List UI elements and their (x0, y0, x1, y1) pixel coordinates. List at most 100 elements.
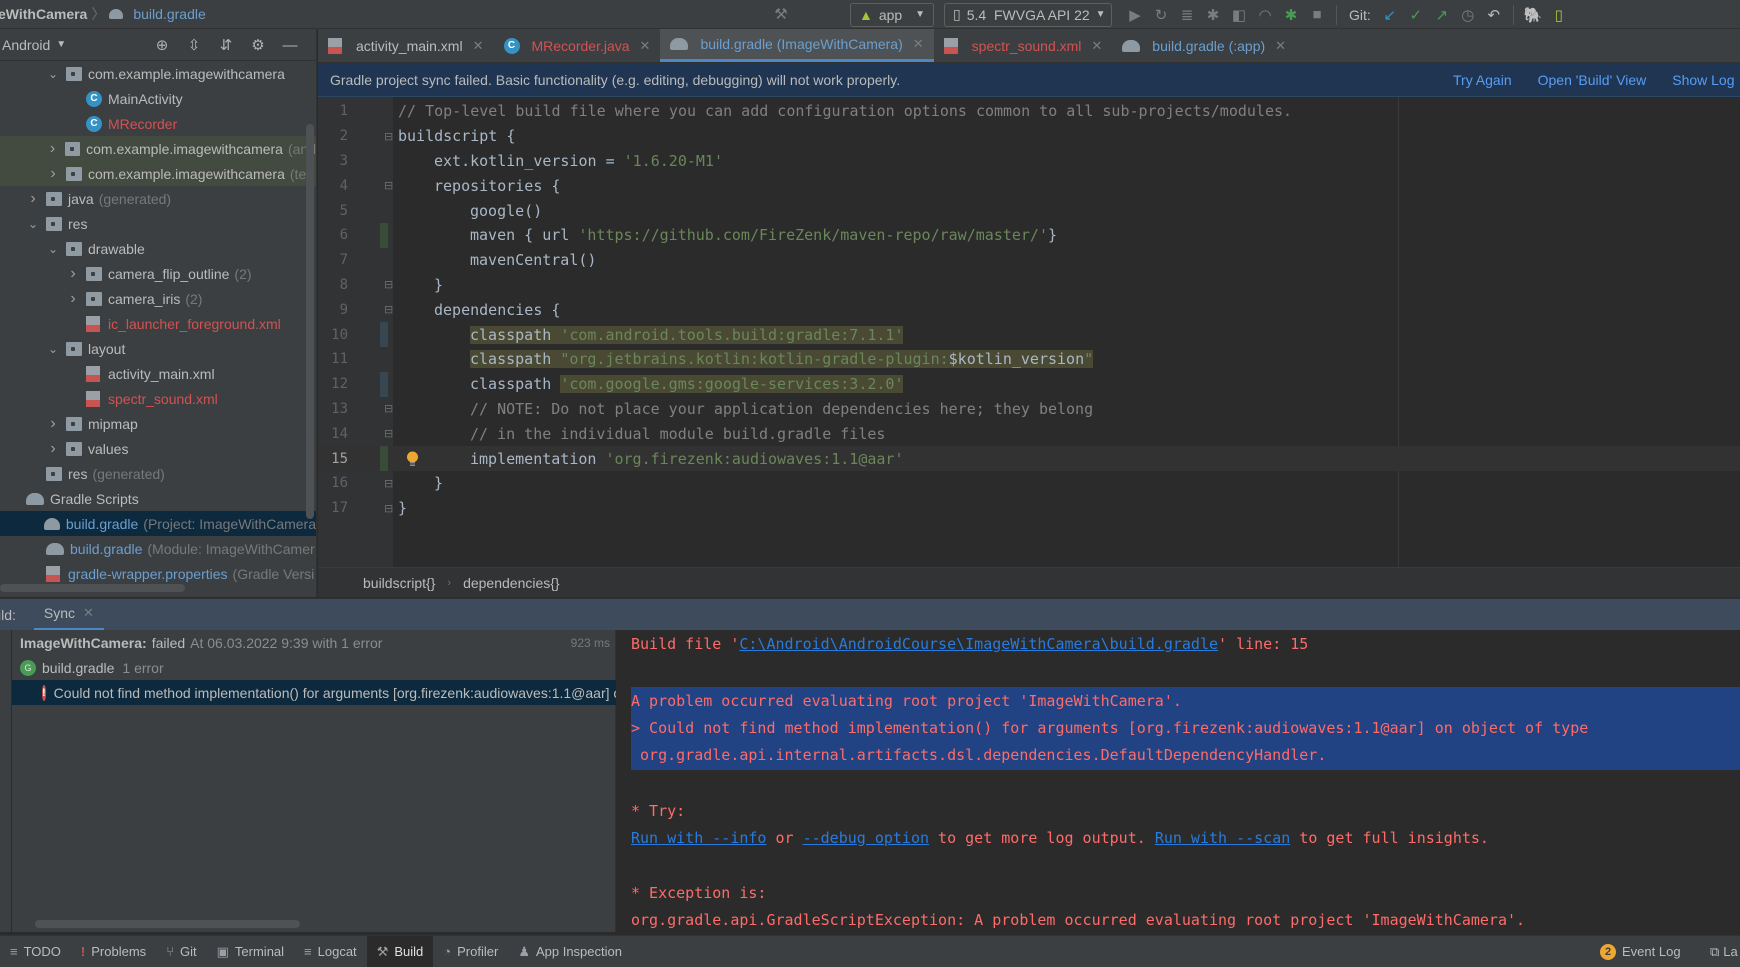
project-view-select[interactable]: Android ▼ (2, 37, 66, 53)
code-line[interactable]: 3 ext.kotlin_version = '1.6.20-M1' (318, 149, 1740, 174)
code-line[interactable]: 12 classpath 'com.google.gms:google-servi… (318, 371, 1740, 397)
editor-tab[interactable]: build.gradle (ImageWithCamera) ✕ (660, 29, 934, 62)
code-line[interactable]: 9 ⊟ dependencies { (318, 297, 1740, 322)
chevron-down-icon[interactable]: ⌄ (46, 67, 60, 81)
tree-item[interactable]: spectr_sound.xml (0, 386, 316, 411)
close-icon[interactable]: ✕ (640, 38, 651, 54)
git-rollback-icon[interactable]: ↶ (1481, 2, 1507, 28)
show-log-link[interactable]: Show Log (1672, 72, 1734, 88)
breadcrumb-dependencies[interactable]: dependencies{} (463, 575, 560, 591)
profile-icon[interactable]: ◠ (1252, 2, 1278, 28)
tree-item[interactable]: res (generated) (0, 461, 316, 486)
tree-item[interactable]: Gradle Scripts (0, 486, 316, 511)
code-line[interactable]: 14 ⊟ // in the individual module build.gra… (318, 421, 1740, 446)
run-icon[interactable]: ▶ (1122, 2, 1148, 28)
git-history-icon[interactable]: ◷ (1455, 2, 1481, 28)
editor-tab[interactable]: build.gradle (:app) ✕ (1112, 29, 1296, 62)
tree-item[interactable]: C MRecorder (0, 111, 316, 136)
tool-button-problems[interactable]: ! Problems (71, 936, 156, 967)
attach-debugger-icon[interactable]: ✱ (1278, 2, 1304, 28)
tab-sync[interactable]: Sync ✕ (33, 599, 104, 631)
code-line[interactable]: 16 ⊟} (318, 471, 1740, 496)
run-with-scan-link[interactable]: Run with --scan (1155, 829, 1290, 847)
git-update-icon[interactable]: ↙ (1377, 2, 1403, 28)
tool-button-profiler[interactable]: ◔ Profiler (433, 936, 508, 967)
fold-marker-icon[interactable]: ⊟ (384, 130, 393, 143)
code-line[interactable]: 13 ⊟ // NOTE: Do not place your applicatio… (318, 397, 1740, 422)
gear-icon[interactable]: ⚙ (246, 32, 270, 58)
code-line[interactable]: 1 // Top-level build file where you can a… (318, 99, 1740, 124)
tree-item[interactable]: activity_main.xml (0, 361, 316, 386)
tool-button-logcat[interactable]: ≡ Logcat (294, 936, 367, 967)
chevron-right-icon[interactable]: › (46, 140, 59, 158)
try-again-link[interactable]: Try Again (1453, 72, 1512, 88)
event-log-button[interactable]: 2 Event Log (1600, 943, 1681, 960)
tree-item[interactable]: › camera_flip_outline (2) (0, 261, 316, 286)
close-icon[interactable]: ✕ (1091, 38, 1102, 54)
fold-marker-icon[interactable]: ⊟ (384, 278, 393, 291)
hammer-build-icon[interactable]: ⚒ (768, 1, 794, 27)
code-line[interactable]: 15 implementation 'org.firezenk:audiowave… (318, 446, 1740, 471)
git-push-icon[interactable]: ↗ (1429, 2, 1455, 28)
build-output-console[interactable]: Build file ' C:\Android\AndroidCourse\Ima… (617, 630, 1740, 932)
stop-icon[interactable]: ■ (1304, 2, 1330, 28)
layout-inspector-button[interactable]: ⧉ La (1710, 944, 1738, 960)
code-line[interactable]: 11 classpath "org.jetbrains.kotlin:kotlin… (318, 347, 1740, 372)
avd-manager-icon[interactable]: ▯ (1546, 2, 1572, 28)
tree-item[interactable]: › com.example.imagewithcamera (and (0, 136, 316, 161)
tree-item[interactable]: › java (generated) (0, 186, 316, 211)
tree-item[interactable]: ⌄ drawable (0, 236, 316, 261)
tree-item[interactable]: ⌄ res (0, 211, 316, 236)
chevron-right-icon[interactable]: › (66, 265, 80, 283)
tool-button-todo[interactable]: ≡ TODO (0, 936, 71, 967)
breadcrumb-buildscript[interactable]: buildscript{} (363, 575, 435, 591)
build-file-row[interactable]: G build.gradle 1 error (12, 655, 616, 680)
code-editor[interactable]: 1 // Top-level build file where you can a… (318, 97, 1740, 567)
close-icon[interactable]: ✕ (83, 605, 94, 621)
editor-tab[interactable]: C MRecorder.java ✕ (494, 29, 661, 62)
tool-button-app-inspection[interactable]: ♟ App Inspection (508, 936, 632, 967)
run-config-select[interactable]: ▲ app ▼ (850, 2, 934, 27)
chevron-right-icon[interactable]: › (66, 290, 80, 308)
breadcrumb-file[interactable]: build.gradle (109, 6, 206, 22)
coverage-icon[interactable]: ◧ (1226, 2, 1252, 28)
tree-item[interactable]: build.gradle (Module: ImageWithCamer (0, 536, 316, 561)
fold-marker-icon[interactable]: ⊟ (384, 427, 393, 440)
collapse-all-icon[interactable]: ⇵ (214, 32, 238, 58)
debug-icon[interactable]: ✱ (1200, 2, 1226, 28)
apply-changes-icon[interactable]: ↻ (1148, 2, 1174, 28)
chevron-right-icon[interactable]: › (46, 440, 60, 458)
chevron-down-icon[interactable]: ⌄ (46, 342, 60, 356)
debug-option-link[interactable]: --debug option (803, 829, 929, 847)
tree-item[interactable]: › camera_iris (2) (0, 286, 316, 311)
tool-button-git[interactable]: ⑂ Git (156, 936, 206, 967)
fold-marker-icon[interactable]: ⊟ (384, 179, 393, 192)
open-build-view-link[interactable]: Open 'Build' View (1538, 72, 1647, 88)
tree-item[interactable]: ⌄ layout (0, 336, 316, 361)
chevron-right-icon[interactable]: › (46, 415, 60, 433)
close-icon[interactable]: ✕ (473, 38, 484, 54)
breadcrumb-project[interactable]: eWithCamera (0, 6, 87, 22)
horizontal-scrollbar[interactable] (0, 584, 185, 592)
close-icon[interactable]: ✕ (1275, 38, 1286, 54)
tool-button-build[interactable]: ⚒ Build (366, 935, 434, 967)
code-line[interactable]: 5 google() (318, 198, 1740, 223)
code-line[interactable]: 17 ⊟} (318, 496, 1740, 521)
tree-item[interactable]: C MainActivity (0, 86, 316, 111)
expand-all-icon[interactable]: ⇳ (182, 32, 206, 58)
tree-item[interactable]: gradle-wrapper.properties (Gradle Versi (0, 561, 316, 586)
fold-marker-icon[interactable]: ⊟ (384, 402, 393, 415)
build-error-row[interactable]: ! Could not find method implementation()… (12, 680, 616, 705)
device-select[interactable]: ▯ 5.4 FWVGA API 22 ▼ (944, 2, 1112, 27)
gradle-sync-icon[interactable]: 🐘 (1520, 2, 1546, 28)
chevron-down-icon[interactable]: ⌄ (26, 217, 40, 231)
editor-tab[interactable]: activity_main.xml ✕ (318, 29, 494, 62)
build-file-link[interactable]: C:\Android\AndroidCourse\ImageWithCamera… (739, 635, 1218, 653)
fold-marker-icon[interactable]: ⊟ (384, 477, 393, 490)
apply-code-changes-icon[interactable]: ≣ (1174, 2, 1200, 28)
code-line[interactable]: 4 ⊟ repositories { (318, 173, 1740, 198)
tree-item[interactable]: build.gradle (Project: ImageWithCamera (0, 511, 316, 536)
tool-button-terminal[interactable]: ▣ Terminal (207, 936, 294, 967)
code-line[interactable]: 6 maven { url 'https://github.com/FireZen… (318, 223, 1740, 248)
build-result-row[interactable]: ImageWithCamera: failed At 06.03.2022 9:… (12, 630, 616, 655)
